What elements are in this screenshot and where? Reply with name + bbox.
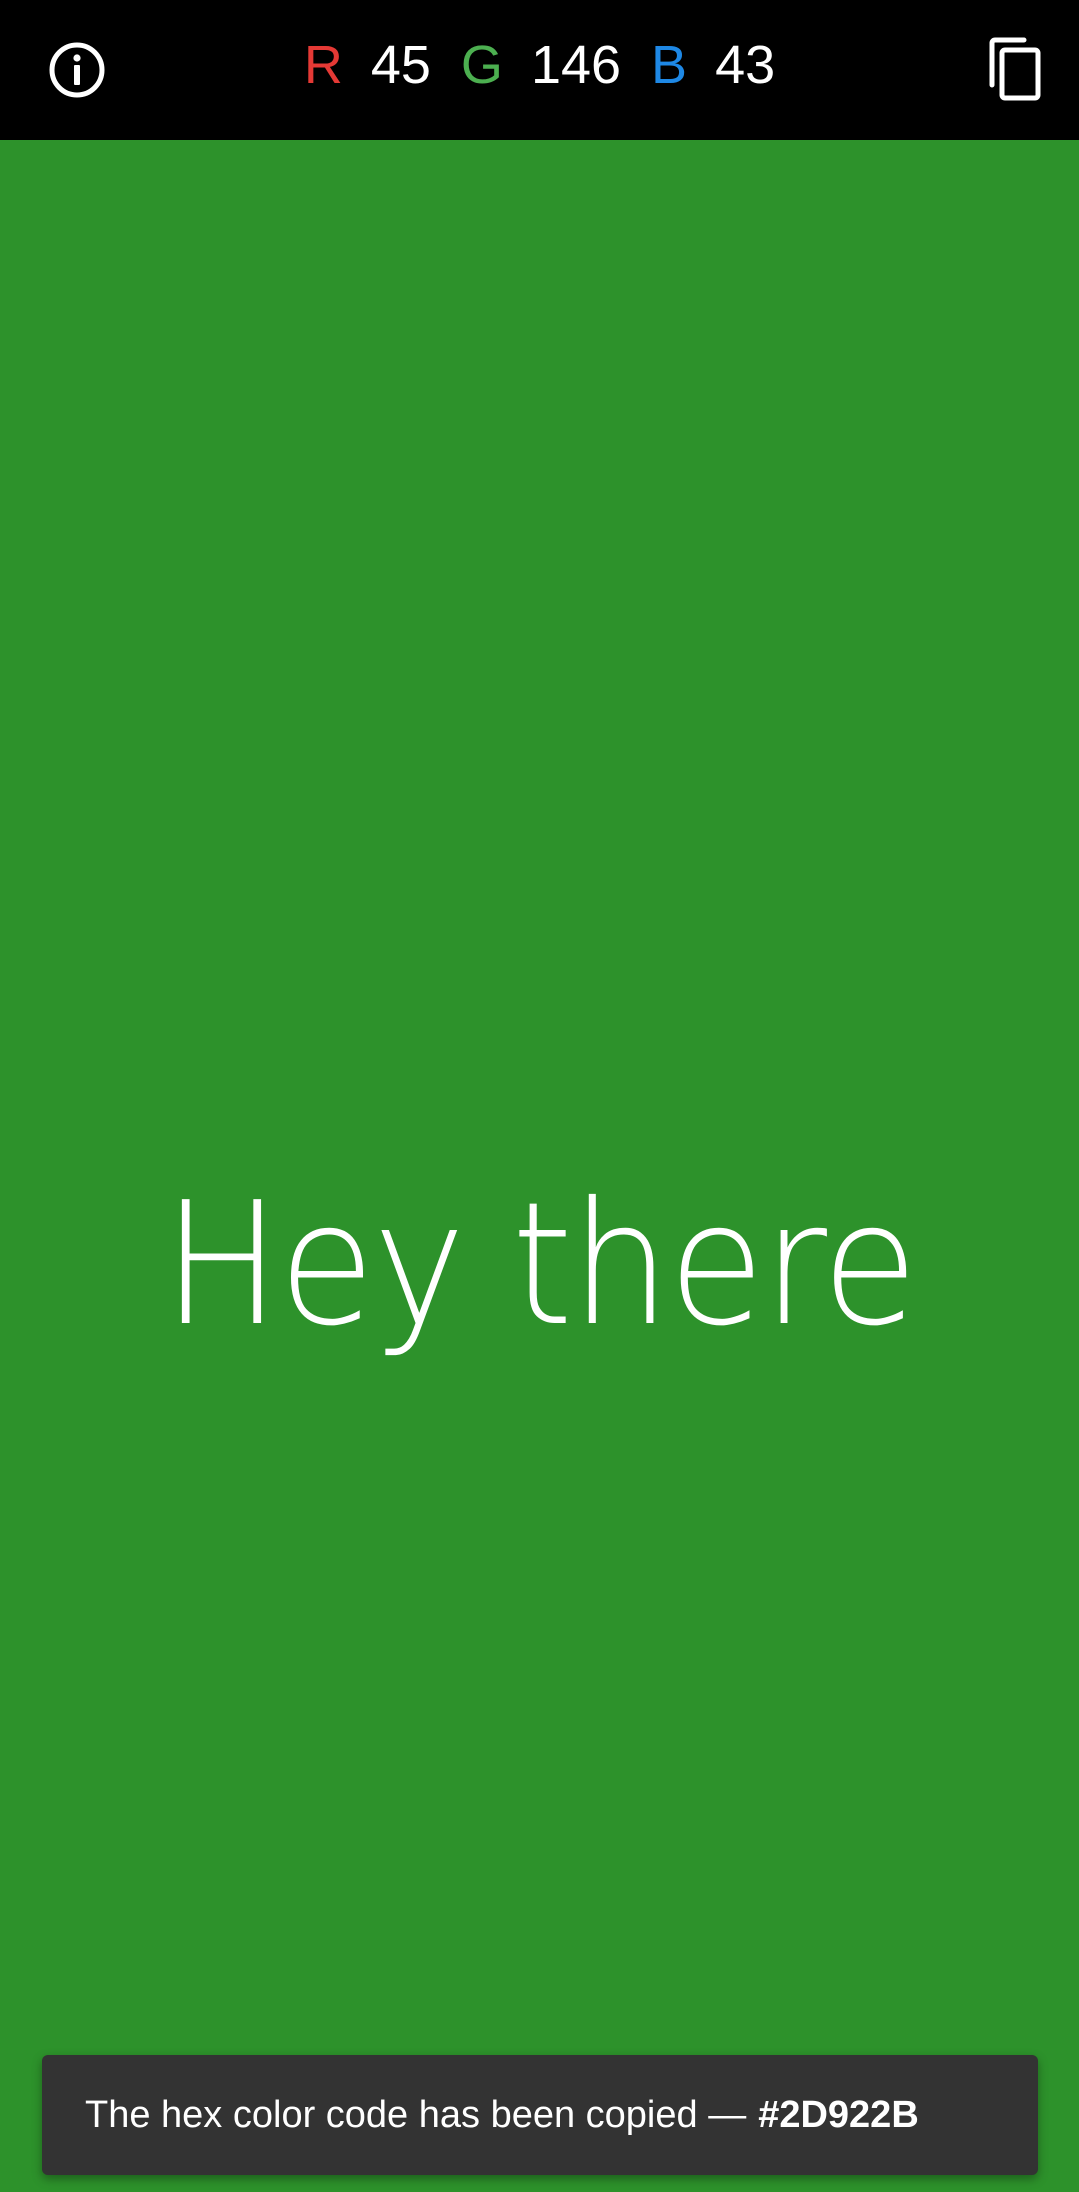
blue-label: B bbox=[651, 35, 688, 95]
copied-snackbar: The hex color code has been copied — #2D… bbox=[42, 2055, 1038, 2175]
copy-icon bbox=[989, 37, 1041, 101]
color-canvas[interactable]: Hey there bbox=[0, 140, 1079, 2192]
green-label: G bbox=[460, 35, 503, 95]
green-value: 146 bbox=[530, 35, 622, 95]
screen: Hey there R 45 G 146 B 43 The hex color … bbox=[0, 0, 1079, 2192]
top-bar: R 45 G 146 B 43 bbox=[0, 0, 1079, 140]
snackbar-message: The hex color code has been copied — bbox=[85, 2093, 747, 2136]
rgb-readout: R 45 G 146 B 43 bbox=[0, 0, 1079, 130]
snackbar-hex-code: #2D922B bbox=[758, 2093, 919, 2136]
red-value: 45 bbox=[370, 35, 431, 95]
blue-value: 43 bbox=[715, 35, 776, 95]
red-label: R bbox=[303, 35, 343, 95]
greeting-text: Hey there bbox=[162, 1166, 918, 1364]
copy-button[interactable] bbox=[964, 20, 1064, 120]
